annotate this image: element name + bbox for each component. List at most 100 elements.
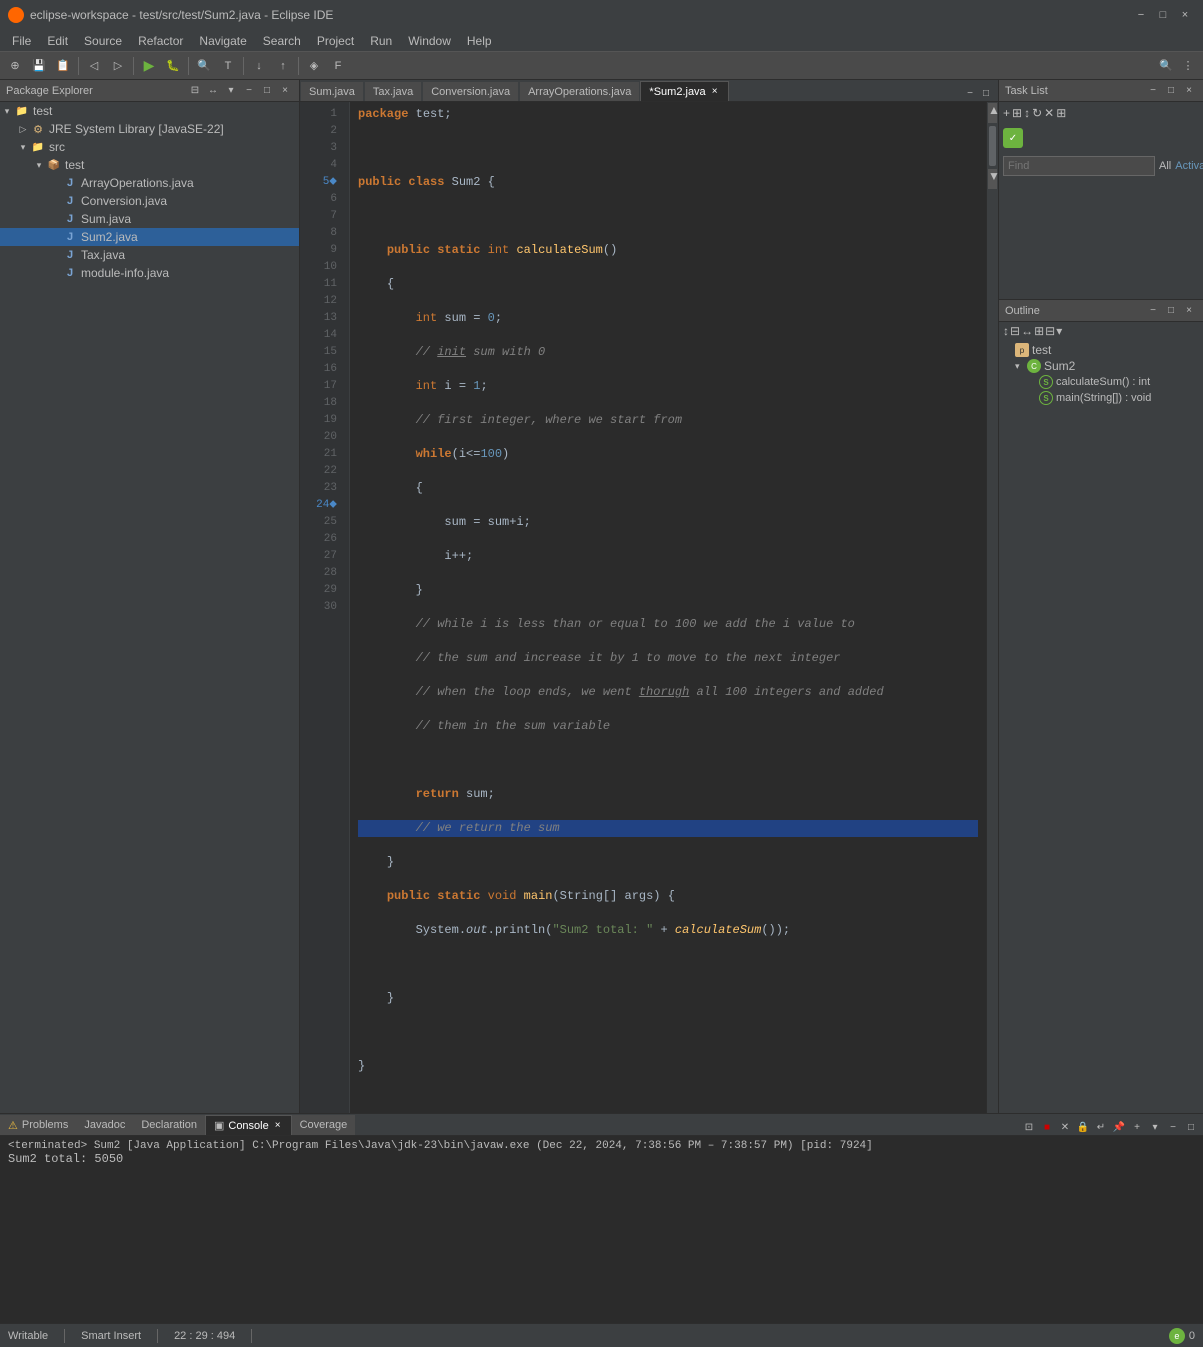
tab-problems[interactable]: ⚠ Problems xyxy=(0,1115,76,1135)
menu-search[interactable]: Search xyxy=(255,32,309,50)
tab-sum-java[interactable]: Sum.java xyxy=(300,81,364,101)
forward-button[interactable]: ▷ xyxy=(107,55,129,77)
status-eclipse-icon[interactable]: e xyxy=(1169,1328,1185,1344)
back-button[interactable]: ◁ xyxy=(83,55,105,77)
task-delete-icon[interactable]: ✕ xyxy=(1044,106,1054,120)
console-terminate-icon[interactable]: ✕ xyxy=(1057,1119,1073,1135)
scrollbar-thumb[interactable] xyxy=(989,126,996,166)
tree-item-sum[interactable]: J Sum.java xyxy=(0,210,299,228)
toolbar-options[interactable]: ⋮ xyxy=(1177,55,1199,77)
console-minimize-icon[interactable]: − xyxy=(1165,1119,1181,1135)
new-button[interactable]: ⊕ xyxy=(4,55,26,77)
tab-array-ops-java[interactable]: ArrayOperations.java xyxy=(519,81,640,101)
task-expand-icon[interactable]: ⊞ xyxy=(1056,106,1066,120)
tab-tax-java[interactable]: Tax.java xyxy=(364,81,422,101)
open-type-button[interactable]: T xyxy=(217,55,239,77)
task-filter-icon[interactable]: ⊞ xyxy=(1012,106,1022,120)
tab-conversion-java[interactable]: Conversion.java xyxy=(422,81,519,101)
outline-item-test[interactable]: p test xyxy=(999,342,1203,358)
outline-menu-icon[interactable]: ▾ xyxy=(1056,324,1062,338)
menu-refactor[interactable]: Refactor xyxy=(130,32,191,50)
tree-item-sum2[interactable]: J Sum2.java xyxy=(0,228,299,246)
find-input[interactable] xyxy=(1003,156,1155,176)
debug-button[interactable]: 🐛 xyxy=(162,55,184,77)
tab-close-sum2[interactable]: × xyxy=(710,85,720,98)
line-num-15: 15 xyxy=(300,344,341,361)
tab-console[interactable]: ▣ Console × xyxy=(205,1115,292,1135)
task-sort-icon[interactable]: ↕ xyxy=(1024,106,1030,120)
tab-declaration[interactable]: Declaration xyxy=(133,1115,205,1135)
outline-expand-icon[interactable]: ⊟ xyxy=(1045,324,1055,338)
console-stop-icon[interactable]: ■ xyxy=(1039,1119,1055,1135)
outline-filter-icon[interactable]: ⊟ xyxy=(1010,324,1020,338)
save-button[interactable]: 💾 xyxy=(28,55,50,77)
close-button[interactable]: × xyxy=(1175,5,1195,25)
maximize-button[interactable]: □ xyxy=(1153,5,1173,25)
collapse-all-icon[interactable]: ⊟ xyxy=(187,83,203,99)
console-word-wrap-icon[interactable]: ↵ xyxy=(1093,1119,1109,1135)
pkg-explorer-menu[interactable]: ▾ xyxy=(223,83,239,99)
tab-coverage[interactable]: Coverage xyxy=(292,1115,356,1135)
code-area[interactable]: package test; public class Sum2 { public… xyxy=(350,102,986,1113)
tree-item-conversion[interactable]: J Conversion.java xyxy=(0,192,299,210)
outline-minimize-icon[interactable]: − xyxy=(1145,303,1161,319)
task-close-icon[interactable]: × xyxy=(1181,83,1197,99)
code-editor[interactable]: 1 2 3 4 5⬥ 6 7 8 9 10 11 12 13 14 15 16 xyxy=(300,102,998,1113)
prev-annotation[interactable]: ↑ xyxy=(272,55,294,77)
console-maximize-icon[interactable]: □ xyxy=(1183,1119,1199,1135)
tab-sum2-java[interactable]: *Sum2.java × xyxy=(640,81,728,101)
menu-navigate[interactable]: Navigate xyxy=(191,32,254,50)
editor-scrollbar[interactable]: ▲ ▼ xyxy=(986,102,998,1113)
task-new-icon[interactable]: + xyxy=(1003,106,1010,120)
tree-item-module-info[interactable]: J module-info.java xyxy=(0,264,299,282)
minimize-panel-icon[interactable]: − xyxy=(241,83,257,99)
scrollbar-down-arrow[interactable]: ▼ xyxy=(988,169,997,189)
task-minimize-icon[interactable]: − xyxy=(1145,83,1161,99)
maximize-panel-icon[interactable]: □ xyxy=(259,83,275,99)
console-clear-icon[interactable]: ⊡ xyxy=(1021,1119,1037,1135)
activate-label[interactable]: Activate... xyxy=(1175,160,1203,172)
link-with-editor-icon[interactable]: ↔ xyxy=(205,83,221,99)
console-pin-icon[interactable]: 📌 xyxy=(1111,1119,1127,1135)
tree-item-jre[interactable]: ▷ ⚙ JRE System Library [JavaSE-22] xyxy=(0,120,299,138)
task-maximize-icon[interactable]: □ xyxy=(1163,83,1179,99)
menu-help[interactable]: Help xyxy=(459,32,500,50)
last-edit-location[interactable]: ◈ xyxy=(303,55,325,77)
tree-item-src[interactable]: ▾ 📁 src xyxy=(0,138,299,156)
tab-minimize-button[interactable]: − xyxy=(962,85,978,101)
tree-item-test-project[interactable]: ▾ 📁 test xyxy=(0,102,299,120)
save-all-button[interactable]: 📋 xyxy=(52,55,74,77)
outline-collapse-icon[interactable]: ⊞ xyxy=(1034,324,1044,338)
outline-maximize-icon[interactable]: □ xyxy=(1163,303,1179,319)
tab-maximize-button[interactable]: □ xyxy=(978,85,994,101)
next-annotation[interactable]: ↓ xyxy=(248,55,270,77)
search-toolbar-button[interactable]: 🔍 xyxy=(1155,55,1177,77)
tree-item-tax[interactable]: J Tax.java xyxy=(0,246,299,264)
outline-close-icon[interactable]: × xyxy=(1181,303,1197,319)
run-button[interactable]: ▶ xyxy=(138,55,160,77)
console-new-icon[interactable]: + xyxy=(1129,1119,1145,1135)
outline-item-main[interactable]: S main(String[]) : void xyxy=(999,390,1203,406)
menu-source[interactable]: Source xyxy=(76,32,130,50)
console-options-icon[interactable]: ▾ xyxy=(1147,1119,1163,1135)
console-scroll-lock-icon[interactable]: 🔒 xyxy=(1075,1119,1091,1135)
minimize-button[interactable]: − xyxy=(1131,5,1151,25)
tab-javadoc[interactable]: Javadoc xyxy=(76,1115,133,1135)
task-refresh-icon[interactable]: ↻ xyxy=(1032,106,1042,120)
menu-window[interactable]: Window xyxy=(400,32,459,50)
open-declarations[interactable]: F xyxy=(327,55,349,77)
tree-item-array-ops[interactable]: J ArrayOperations.java xyxy=(0,174,299,192)
menu-edit[interactable]: Edit xyxy=(39,32,76,50)
close-panel-icon[interactable]: × xyxy=(277,83,293,99)
scrollbar-up-arrow[interactable]: ▲ xyxy=(988,103,997,123)
menu-file[interactable]: File xyxy=(4,32,39,50)
menu-project[interactable]: Project xyxy=(309,32,362,50)
search-button[interactable]: 🔍 xyxy=(193,55,215,77)
menu-run[interactable]: Run xyxy=(362,32,400,50)
outline-item-sum2[interactable]: ▾ C Sum2 xyxy=(999,358,1203,374)
outline-item-calculatesum[interactable]: S calculateSum() : int xyxy=(999,374,1203,390)
console-tab-close[interactable]: × xyxy=(273,1119,283,1132)
outline-sort-icon[interactable]: ↕ xyxy=(1003,324,1009,338)
tree-item-test-pkg[interactable]: ▾ 📦 test xyxy=(0,156,299,174)
outline-link-icon[interactable]: ↔ xyxy=(1021,324,1033,338)
